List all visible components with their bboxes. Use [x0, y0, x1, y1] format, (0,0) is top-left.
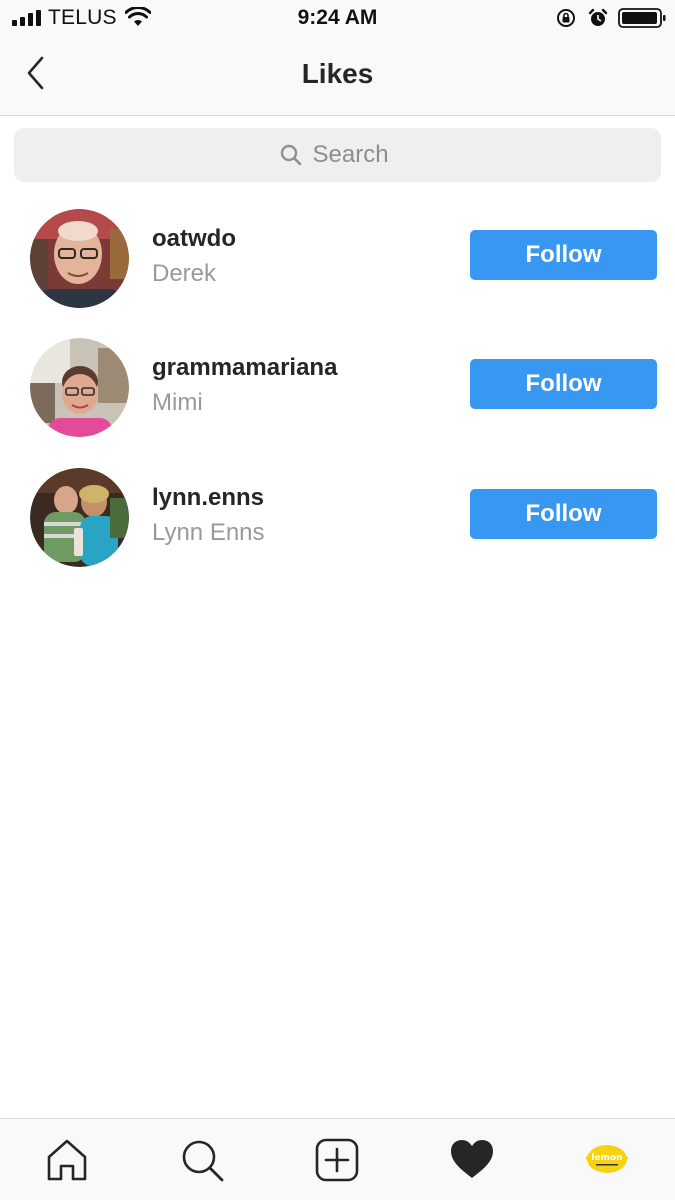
full-name: Mimi	[152, 389, 203, 416]
search-bar[interactable]	[14, 128, 661, 182]
full-name: Lynn Enns	[152, 519, 265, 546]
page-title: Likes	[301, 58, 374, 89]
likes-screen: TELUS 9:24 AM Likes Search oatwdo Derek …	[0, 0, 675, 1200]
list-item-user[interactable]: lynn.enns Lynn Enns Follow	[0, 468, 675, 588]
username[interactable]: lynn.enns	[152, 484, 264, 512]
avatar[interactable]	[30, 338, 129, 437]
avatar[interactable]	[30, 468, 129, 567]
list-item-user[interactable]: oatwdo Derek Follow	[0, 209, 675, 329]
search-bar-content	[14, 128, 661, 182]
username[interactable]: oatwdo	[152, 225, 236, 253]
new-post-icon[interactable]	[314, 1137, 360, 1183]
list-item-user[interactable]: grammamariana Mimi Follow	[0, 338, 675, 458]
activity-heart-icon[interactable]	[449, 1137, 495, 1183]
profile-avatar[interactable]: lemon	[586, 1143, 628, 1175]
search-input[interactable]	[312, 141, 397, 169]
avatar[interactable]	[30, 209, 129, 308]
status-bar: TELUS 9:24 AM	[0, 0, 675, 38]
follow-button[interactable]: Follow	[470, 489, 657, 539]
username[interactable]: grammamariana	[152, 354, 337, 382]
search-icon	[280, 144, 301, 166]
home-icon[interactable]	[44, 1137, 90, 1183]
follow-button[interactable]: Follow	[470, 359, 657, 409]
navigation-header: Likes	[0, 38, 675, 116]
bottom-tab-bar: lemon	[0, 1118, 675, 1200]
alarm-clock-icon	[588, 8, 608, 26]
battery-icon	[618, 8, 666, 28]
follow-button[interactable]: Follow	[470, 230, 657, 280]
profile-logo-text: lemon	[591, 1153, 622, 1163]
orientation-lock-icon	[557, 9, 575, 27]
full-name: Derek	[152, 260, 217, 287]
search-icon[interactable]	[179, 1137, 225, 1183]
